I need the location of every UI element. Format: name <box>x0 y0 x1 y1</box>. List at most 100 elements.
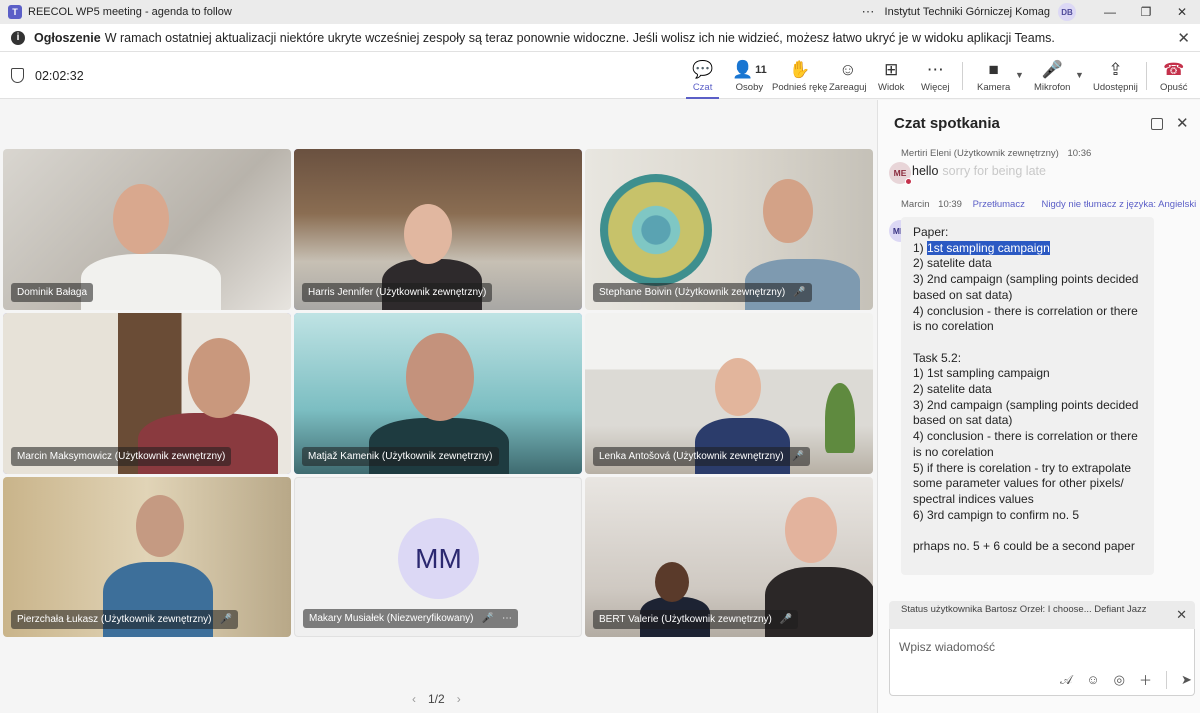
next-page-icon[interactable]: › <box>457 692 461 706</box>
participant-tile[interactable]: Dominik Bałaga <box>3 149 291 310</box>
mic-options-chevron-icon[interactable]: ▼ <box>1075 70 1084 80</box>
message-line-highlighted: 1) 1st sampling campaign <box>913 240 1142 257</box>
camera-icon: ■ <box>988 60 999 79</box>
participant-tile[interactable]: Stephane Boivin (Użytkownik zewnętrzny) 🎤 <box>585 149 873 310</box>
user-avatar[interactable]: DB <box>1058 3 1076 21</box>
message-line: 2) satelite data <box>913 382 992 397</box>
shield-icon <box>11 68 24 83</box>
mic-label: Mikrofon <box>1034 82 1071 93</box>
format-icon[interactable]: 𝒜 <box>1060 672 1072 688</box>
chat-message-bubble[interactable]: Paper: 1) 1st sampling campaign 2) satel… <box>901 217 1154 575</box>
message-line: prhaps no. 5 + 6 could be a second paper <box>913 539 1135 554</box>
restore-icon[interactable]: ❐ <box>1128 5 1164 19</box>
compose-divider <box>1165 670 1167 689</box>
teams-logo-icon: T <box>8 5 22 19</box>
chat-panel-title: Czat spotkania <box>894 115 1000 132</box>
participant-tile[interactable]: BERT Valerie (Użytkownik zewnętrzny) 🎤 <box>585 477 873 637</box>
react-button[interactable]: ☺ Zareaguj <box>829 58 867 93</box>
mic-muted-icon: 🎤 <box>219 614 232 625</box>
participant-name-tag: Lenka Antošová (Użytkownik zewnętrzny) 🎤 <box>593 447 810 466</box>
send-icon[interactable]: ➤ <box>1181 672 1192 688</box>
chat-avatar[interactable]: ME <box>889 162 912 185</box>
selected-text: 1st sampling campaign <box>927 240 1050 255</box>
toolbar-divider <box>1146 62 1147 90</box>
share-icon: ⇪ <box>1108 60 1123 79</box>
gallery-pager: ‹ 1/2 › <box>412 692 461 706</box>
message-line: 3) 2nd campaign (sampling points decided… <box>913 397 1142 428</box>
message-author: Marcin <box>901 199 930 210</box>
message-line: 4) conclusion - there is correlation or … <box>913 303 1142 334</box>
participant-name-tag: Stephane Boivin (Użytkownik zewnętrzny) 🎤 <box>593 283 812 302</box>
video-stage: Dominik Bałaga Harris Jennifer (Użytkown… <box>0 100 877 713</box>
message-time: 10:36 <box>1067 148 1092 159</box>
raise-hand-button[interactable]: ✋ Podnieś rękę <box>772 58 827 93</box>
grid-view-icon: ⊞ <box>884 60 899 79</box>
pop-out-icon[interactable] <box>1151 118 1163 130</box>
loop-icon[interactable]: ◎ <box>1114 672 1125 688</box>
add-icon[interactable]: ＋ <box>1139 670 1152 689</box>
previous-page-icon[interactable]: ‹ <box>412 692 416 706</box>
participant-name: Matjaž Kamenik (Użytkownik zewnętrzny) <box>302 447 499 466</box>
leave-button[interactable]: ☎ Opuść <box>1160 58 1187 93</box>
dismiss-status-icon[interactable]: ✕ <box>1176 607 1187 623</box>
more-label: Więcej <box>921 82 950 93</box>
message-time: 10:39 <box>938 199 962 210</box>
participant-tile[interactable]: Matjaž Kamenik (Użytkownik zewnętrzny) <box>294 313 582 474</box>
smiley-icon: ☺ <box>839 60 857 79</box>
title-bar: T REECOL WP5 meeting - agenda to follow … <box>0 0 1200 24</box>
more-button[interactable]: ⋯ Więcej <box>921 58 950 93</box>
share-button[interactable]: ⇪ Udostępnij <box>1093 58 1138 93</box>
status-busy-icon <box>905 178 912 185</box>
mic-muted-icon: 🎤 <box>779 614 793 625</box>
emoji-icon[interactable]: ☺ <box>1086 672 1099 687</box>
minimize-icon[interactable]: — <box>1092 5 1128 19</box>
never-translate-link[interactable]: Nigdy nie tłumacz z języka: Angielski <box>1041 199 1196 210</box>
message-line <box>913 523 1142 539</box>
view-label: Widok <box>878 82 905 93</box>
participant-name-tag: Pierzchała Łukasz (Użytkownik zewnętrzny… <box>11 610 238 629</box>
participant-tile[interactable]: Harris Jennifer (Użytkownik zewnętrzny) <box>294 149 582 310</box>
participant-name: Dominik Bałaga <box>11 283 94 302</box>
chat-icon: 💬 <box>692 60 714 79</box>
announcement-text: W ramach ostatniej aktualizacji niektóre… <box>104 30 1055 45</box>
participant-name: Marcin Maksymowicz (Użytkownik zewnętrzn… <box>11 447 232 466</box>
hand-icon: ✋ <box>789 60 811 79</box>
participant-tile[interactable]: Pierzchała Łukasz (Użytkownik zewnętrzny… <box>3 477 291 637</box>
chat-button[interactable]: 💬 Czat <box>685 58 720 99</box>
close-chat-icon[interactable]: ✕ <box>1176 114 1189 132</box>
view-button[interactable]: ⊞ Widok <box>878 58 904 93</box>
compose-input[interactable]: Wpisz wiadomość <box>899 640 995 654</box>
participant-name-tag: Makary Musiałek (Niezweryfikowany) 🎤 ⋯ <box>303 609 518 628</box>
participant-tile[interactable]: MM Makary Musiałek (Niezweryfikowany) 🎤 ⋯ <box>294 477 582 637</box>
react-label: Zareaguj <box>829 82 867 93</box>
mic-button[interactable]: 🎤 Mikrofon <box>1034 58 1070 93</box>
camera-button[interactable]: ■ Kamera <box>977 58 1010 93</box>
participant-name: Stephane Boivin (Użytkownik zewnętrzny) <box>599 287 786 298</box>
people-count: 11 <box>755 64 767 76</box>
participant-name: BERT Valerie (Użytkownik zewnętrzny) <box>599 614 772 625</box>
more-options-icon[interactable]: ⋯ <box>502 613 512 624</box>
participant-name: Lenka Antošová (Użytkownik zewnętrzny) <box>599 451 784 462</box>
info-icon: i <box>11 30 25 45</box>
organization-name[interactable]: Instytut Techniki Górniczej Komag <box>885 6 1050 18</box>
close-banner-icon[interactable]: ✕ <box>1177 29 1190 47</box>
more-options-icon[interactable]: ⋯ <box>862 4 875 20</box>
mic-muted-icon: 🎤 <box>791 451 804 462</box>
close-window-icon[interactable]: ✕ <box>1164 5 1200 19</box>
translate-link[interactable]: Przetłumacz <box>973 199 1025 210</box>
participant-tile[interactable]: Lenka Antošová (Użytkownik zewnętrzny) 🎤 <box>585 313 873 474</box>
toolbar-divider <box>962 62 963 90</box>
compose-controls: 𝒜 ☺ ◎ ＋ ➤ <box>1060 670 1192 689</box>
people-icon: 👤 <box>732 60 754 79</box>
chat-message[interactable]: hello sorry for being late <box>912 164 1046 178</box>
message-meta: Marcin 10:39 Przetłumacz Nigdy nie tłuma… <box>901 199 1196 210</box>
status-notification: Status użytkownika Bartosz Orzeł: I choo… <box>889 601 1195 629</box>
participant-tile[interactable]: Marcin Maksymowicz (Użytkownik zewnętrzn… <box>3 313 291 474</box>
camera-options-chevron-icon[interactable]: ▼ <box>1015 70 1024 80</box>
people-button[interactable]: 👤 11 Osoby <box>732 58 767 93</box>
microphone-icon: 🎤 <box>1041 60 1063 79</box>
announcement-banner: i Ogłoszenie W ramach ostatniej aktualiz… <box>0 24 1200 52</box>
people-label: Osoby <box>735 82 764 93</box>
message-compose-box[interactable]: Wpisz wiadomość 𝒜 ☺ ◎ ＋ ➤ <box>889 629 1195 696</box>
page-indicator: 1/2 <box>428 692 445 706</box>
